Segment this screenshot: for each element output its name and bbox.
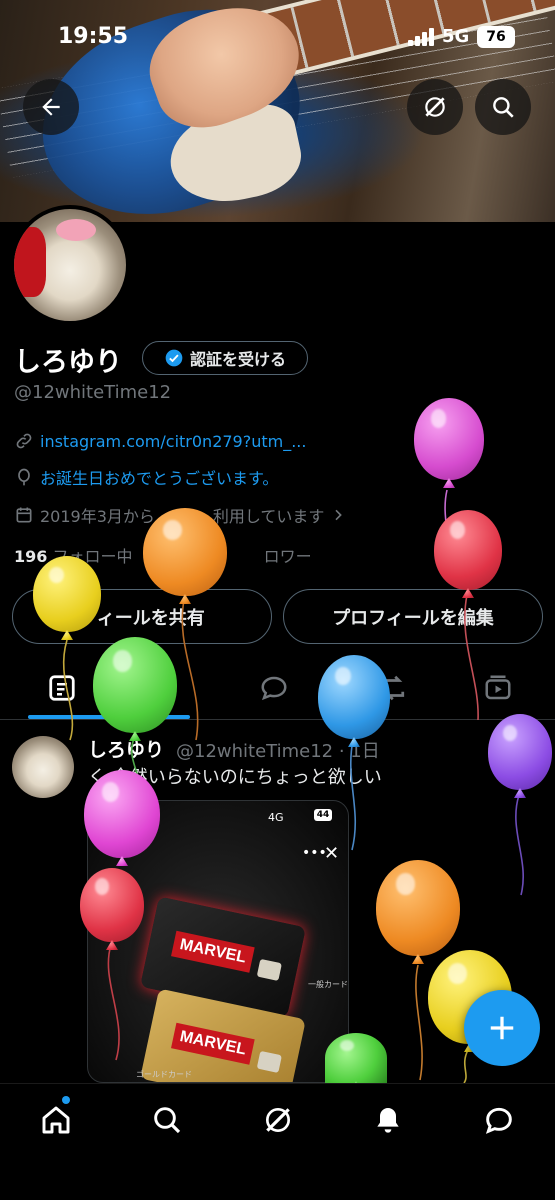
balloon-blue xyxy=(318,655,390,739)
get-verified-label: 認証を受ける xyxy=(189,350,286,369)
birthday-row: お誕生日おめでとうございます。 xyxy=(14,465,278,489)
profile-link[interactable]: instagram.com/citr0n279?utm_... xyxy=(40,432,306,451)
status-bar: 19:55 5G 76 xyxy=(0,0,555,72)
balloon-red-2 xyxy=(80,868,144,942)
balloon-icon xyxy=(18,468,30,486)
tab-posts[interactable] xyxy=(42,670,82,706)
post-author-name[interactable]: しろゆり xyxy=(88,735,164,762)
nav-search-icon xyxy=(154,1107,181,1134)
battery-indicator: 76 xyxy=(477,26,515,48)
card-chip xyxy=(256,958,282,982)
nav-notifications[interactable] xyxy=(368,1100,408,1140)
card-chip-2 xyxy=(256,1050,282,1074)
joined-date: 2019年3月から xyxy=(40,507,155,526)
post-handle-time[interactable]: @12whiteTime12 · 1日 xyxy=(176,737,380,763)
nav-grok-icon xyxy=(266,1108,290,1132)
search-icon xyxy=(493,97,514,118)
link-icon xyxy=(16,433,32,449)
card1-label: 一般カード xyxy=(308,980,348,989)
profile-handle: @12whiteTime12 xyxy=(14,382,172,403)
home-notification-dot xyxy=(62,1096,70,1104)
plus-icon xyxy=(490,1016,514,1040)
profile-link-row[interactable]: instagram.com/citr0n279?utm_... xyxy=(14,429,306,453)
network-type: 5G xyxy=(442,26,470,47)
card-logo: MARVEL xyxy=(171,930,255,973)
media-close-icon: ✕ xyxy=(324,843,340,864)
media-network: 4G xyxy=(268,811,284,824)
grok-icon xyxy=(425,97,445,117)
balloon-pink xyxy=(414,398,484,480)
balloon-green xyxy=(93,637,177,733)
home-icon xyxy=(42,1106,70,1134)
verified-badge-icon xyxy=(165,349,183,367)
signal-icon xyxy=(408,28,434,46)
messages-icon xyxy=(485,1107,512,1134)
nav-messages[interactable] xyxy=(479,1100,519,1140)
balloon-pink-2 xyxy=(84,770,160,858)
bottom-navigation xyxy=(0,1083,555,1200)
tab-media[interactable] xyxy=(478,670,518,706)
balloon-orange xyxy=(143,508,227,596)
edit-profile-button[interactable]: プロフィールを編集 xyxy=(283,589,543,644)
profile-avatar[interactable] xyxy=(10,205,130,325)
profile-name: しろゆり xyxy=(14,347,122,378)
balloon-purple xyxy=(488,714,552,790)
back-arrow-icon xyxy=(42,98,60,116)
balloon-green-2 xyxy=(325,1033,387,1083)
nav-grok[interactable] xyxy=(258,1100,298,1140)
replies-tab-icon xyxy=(261,676,287,701)
post-avatar[interactable] xyxy=(12,736,74,798)
posts-tab-icon xyxy=(49,675,75,701)
balloon-red xyxy=(434,510,502,590)
back-button[interactable] xyxy=(23,79,79,135)
bell-icon xyxy=(377,1108,399,1133)
birthday-text: お誕生日おめでとうございます。 xyxy=(40,469,279,488)
followers-label[interactable]: ロワー xyxy=(264,547,312,566)
nav-search[interactable] xyxy=(147,1100,187,1140)
status-time: 19:55 xyxy=(58,24,129,49)
calendar-icon xyxy=(16,507,32,523)
nav-home[interactable] xyxy=(36,1100,76,1140)
media-tab-icon xyxy=(485,675,511,700)
media-battery: 44 xyxy=(314,809,332,821)
following-count: 196 xyxy=(14,547,48,566)
compose-post-button[interactable] xyxy=(464,990,540,1066)
balloon-orange-2 xyxy=(376,860,460,956)
profile-tabs xyxy=(0,658,555,720)
tab-replies[interactable] xyxy=(254,670,294,706)
card-logo-2: MARVEL xyxy=(171,1022,255,1065)
get-verified-button[interactable]: 認証を受ける xyxy=(142,341,308,375)
card2-label: ゴールドカード xyxy=(136,1070,192,1079)
search-button[interactable] xyxy=(475,79,531,135)
grok-button[interactable] xyxy=(407,79,463,135)
chevron-right-icon xyxy=(335,509,343,521)
balloon-yellow xyxy=(33,556,101,632)
joined-suffix: 利用しています xyxy=(212,507,325,526)
